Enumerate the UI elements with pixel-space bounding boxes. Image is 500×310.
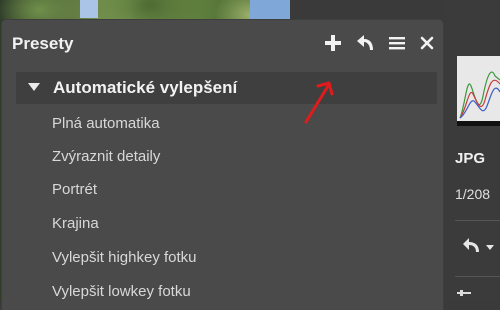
- annotation-arrow: [304, 81, 334, 124]
- section-auto-enhance[interactable]: Automatické vylepšení: [16, 72, 437, 104]
- preset-item[interactable]: Plná automatika: [52, 115, 160, 132]
- undo-arrow-icon[interactable]: [354, 32, 376, 54]
- file-format: JPG: [455, 150, 486, 167]
- right-info-panel: JPG 1/208: [445, 0, 500, 300]
- expand-triangle-icon[interactable]: [28, 83, 40, 91]
- divider: [455, 220, 500, 221]
- preset-item[interactable]: Zvýraznit detaily: [52, 148, 160, 165]
- sky-patch: [80, 0, 98, 18]
- histogram: [457, 56, 500, 126]
- preset-item[interactable]: Portrét: [52, 181, 97, 198]
- hamburger-menu-icon[interactable]: [386, 32, 408, 54]
- histogram-base: [457, 121, 500, 126]
- sky-patch: [250, 0, 290, 20]
- close-icon[interactable]: [416, 32, 438, 54]
- plus-icon[interactable]: [322, 32, 344, 54]
- presets-panel: Presety Automatické vylepšení Plná autom…: [2, 20, 443, 310]
- divider: [455, 276, 500, 277]
- preset-item[interactable]: Vylepšit lowkey fotku: [52, 283, 191, 300]
- panel-title: Presety: [12, 34, 74, 53]
- histogram-graph: [459, 71, 500, 119]
- undo-dropdown-icon[interactable]: [459, 232, 495, 260]
- exposure-value: 1/208: [455, 186, 491, 202]
- panel-header: Presety: [2, 20, 443, 64]
- preset-item[interactable]: Krajina: [52, 215, 99, 232]
- preset-item[interactable]: Vylepšit highkey fotku: [52, 249, 197, 266]
- section-label: Automatické vylepšení: [53, 78, 238, 97]
- list-settings-icon[interactable]: [457, 290, 471, 300]
